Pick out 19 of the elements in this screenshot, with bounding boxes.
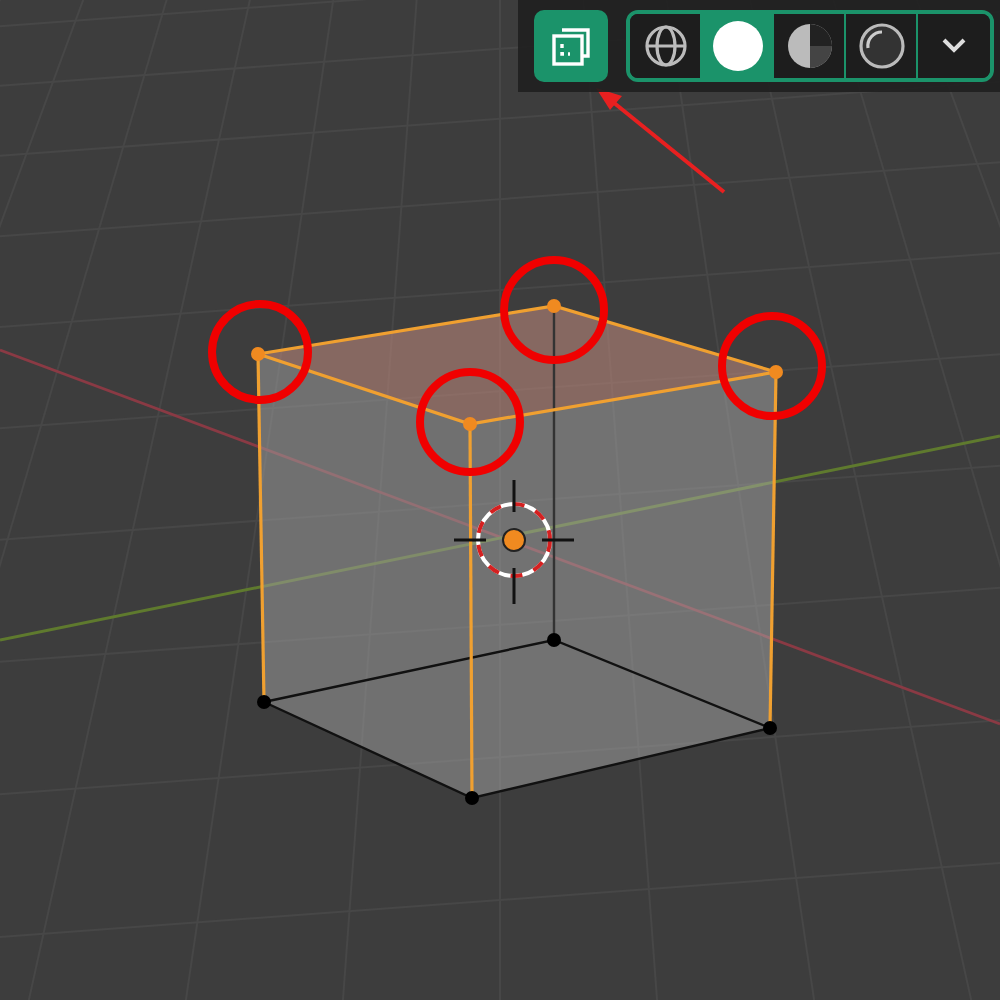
highlight-circle <box>208 300 312 404</box>
highlight-circle <box>500 256 608 364</box>
xray-icon <box>547 22 595 70</box>
shading-mode-button[interactable] <box>702 14 774 78</box>
shading-mode-button[interactable] <box>846 14 918 78</box>
shading-dropdown-button[interactable] <box>918 14 990 78</box>
rendered-sphere-icon <box>857 22 905 70</box>
arrow-annotation <box>596 88 726 194</box>
origin-point-icon <box>502 528 526 552</box>
shading-mode-button[interactable] <box>774 14 846 78</box>
shading-mode-button[interactable] <box>630 14 702 78</box>
xray-toggle-button[interactable] <box>534 10 608 82</box>
wireframe-sphere-icon <box>643 24 687 68</box>
chevron-down-icon <box>942 38 966 54</box>
cursor-crosshair-icon <box>454 480 574 604</box>
highlight-circle <box>416 368 524 476</box>
material-sphere-icon <box>785 22 833 70</box>
highlight-circle <box>718 312 826 420</box>
solid-sphere-icon <box>711 20 763 72</box>
